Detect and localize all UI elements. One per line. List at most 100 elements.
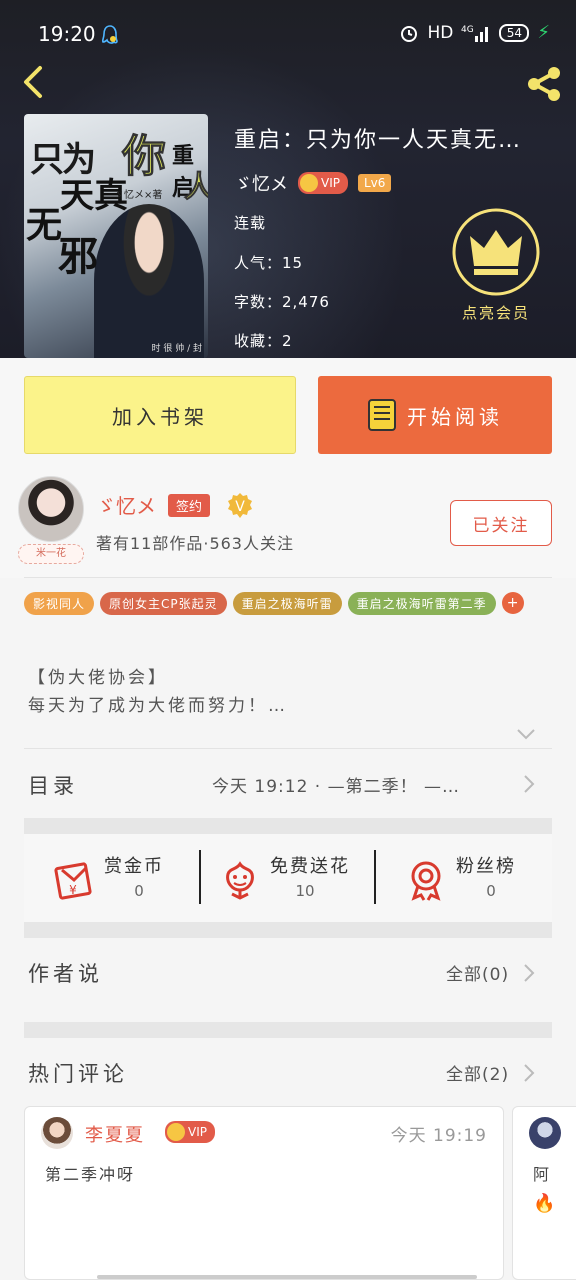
share-icon[interactable] (522, 62, 566, 106)
follow-button[interactable]: 已关注 (450, 500, 552, 546)
status-bar: 19:20 HD 4G 54 ⚡ (0, 0, 576, 64)
battery-icon: 54 (499, 23, 530, 42)
alarm-icon (401, 25, 418, 42)
vip-badge: VIP (298, 172, 348, 194)
chevron-right-icon[interactable] (522, 1062, 536, 1084)
vip-crown-icon[interactable] (450, 206, 542, 298)
stat-value: 0 (486, 882, 496, 900)
author-description: 著有11部作品·563人关注 (96, 534, 294, 553)
svg-text:4G: 4G (461, 25, 474, 35)
add-tag-button[interactable]: + (501, 592, 524, 614)
comment-time: 今天 19:19 (390, 1126, 487, 1146)
catalog-label[interactable]: 目录 (28, 770, 78, 800)
vip-label: VIP (321, 176, 340, 190)
book-author-row: ゞ忆メ VIP Lv6 (234, 170, 392, 196)
qq-notification-icon (101, 25, 118, 44)
status-right: HD 4G 54 ⚡ (399, 22, 550, 43)
crown-icon (300, 174, 318, 192)
stat-label: 免费送花 (270, 856, 350, 877)
action-bar: 加入书架 开始阅读 (0, 358, 576, 462)
svg-text:¥: ¥ (69, 883, 77, 897)
tag-list: 影视同人 原创女主CP张起灵 重启之极海听雷 重启之极海听雷第二季 + (24, 592, 554, 623)
stat-value: 10 (295, 882, 315, 900)
fire-icon: 🔥 (533, 1193, 556, 1214)
book-title: 重启：只为你一人天真无… (234, 128, 523, 153)
stat-label: 粉丝榜 (456, 856, 516, 877)
cover-text: 你 (122, 131, 167, 183)
cover-text: 人 (184, 170, 209, 206)
section-separator (24, 1022, 552, 1038)
section-separator (24, 922, 552, 938)
section-separator (24, 818, 552, 834)
catalog-latest-chapter[interactable]: 今天 19:12 · —第二季！ —… (212, 772, 504, 797)
comment-card[interactable]: 阿 🔥 (512, 1106, 576, 1280)
divider (24, 748, 552, 749)
signed-badge: 签约 (168, 494, 211, 517)
signal-icon: 4G (461, 25, 489, 42)
book-status: 连载 (234, 214, 267, 232)
divider (24, 577, 552, 578)
charging-icon: ⚡ (537, 22, 550, 43)
book-intro[interactable]: 【伪大佬协会】 每天为了成为大佬而努力！… (28, 664, 548, 720)
stat-fans[interactable]: 粉丝榜 0 (404, 852, 554, 922)
avatar-frame-tag: 米一花 (18, 544, 84, 564)
book-author-name[interactable]: ゞ忆メ (234, 170, 288, 196)
book-popularity: 人气：15 (234, 254, 304, 272)
vip-promo-label[interactable]: 点亮会员 (448, 302, 544, 323)
flower-icon (226, 861, 254, 900)
stat-coins[interactable]: ¥ 赏金币 0 (52, 852, 202, 922)
cover-text: 无 (26, 205, 63, 246)
medal-icon (411, 861, 441, 901)
tag-chip[interactable]: 原创女主CP张起灵 (100, 592, 227, 615)
stat-divider (374, 850, 376, 904)
cover-publisher: 时 很 帅 / 封 (151, 344, 202, 354)
tag-chip[interactable]: 影视同人 (24, 592, 95, 615)
chevron-right-icon[interactable] (522, 962, 536, 984)
add-to-shelf-button[interactable]: 加入书架 (24, 376, 296, 454)
author-says-all[interactable]: 全部(0) (446, 960, 509, 985)
crown-icon (167, 1123, 185, 1141)
vip-label: VIP (188, 1125, 207, 1139)
author-avatar[interactable] (18, 476, 84, 542)
hot-comments-label: 热门评论 (28, 1062, 128, 1086)
commenter-avatar[interactable] (41, 1117, 73, 1149)
carousel-indicator (97, 1275, 477, 1279)
vip-badge: VIP (165, 1121, 215, 1143)
commenter-name[interactable]: 李夏夏 (85, 1121, 145, 1147)
svg-text:V: V (235, 499, 245, 515)
expand-chevron-icon[interactable] (514, 724, 538, 744)
chevron-right-icon[interactable] (522, 773, 536, 795)
verified-icon: V (228, 493, 252, 518)
intro-line: 【伪大佬协会】 (28, 668, 168, 688)
red-envelope-icon: ¥ (54, 862, 92, 900)
hot-comments-all[interactable]: 全部(2) (446, 1060, 509, 1085)
author-name[interactable]: ゞ忆メ (96, 490, 156, 519)
cover-person (94, 204, 204, 358)
book-icon (368, 399, 396, 431)
book-favorites: 收藏：2 (234, 332, 293, 350)
stat-label: 赏金币 (104, 856, 164, 877)
tag-chip[interactable]: 重启之极海听雷第二季 (347, 592, 496, 615)
author-says-label[interactable]: 作者说 (28, 958, 103, 988)
level-badge: Lv6 (357, 174, 392, 192)
start-reading-button[interactable]: 开始阅读 (318, 376, 552, 454)
book-cover[interactable]: 只为 你 重启 天真 人 无 邪 ゞ忆メ×著 时 很 帅 / 封 (24, 114, 208, 358)
status-time: 19:20 (38, 22, 96, 46)
author-card[interactable]: 米一花 ゞ忆メ 签约 V 著有11部作品·563人关注 已关注 (0, 462, 576, 578)
tag-chip[interactable]: 重启之极海听雷 (232, 592, 342, 615)
intro-line: 每天为了成为大佬而努力！… (28, 696, 288, 716)
hd-indicator: HD (427, 22, 454, 43)
comment-card[interactable]: 李夏夏 VIP 今天 19:19 第二季冲呀 (24, 1106, 504, 1280)
cover-text: 邪 (58, 234, 98, 280)
cover-byline: ゞ忆メ×著 (114, 190, 163, 201)
comment-text: 第二季冲呀 (45, 1165, 136, 1184)
stat-flowers[interactable]: 免费送花 10 (218, 852, 368, 922)
stat-divider (199, 850, 201, 904)
book-header: 19:20 HD 4G 54 ⚡ 只为 你 重启 天真 人 无 邪 ゞ忆メ×著 … (0, 0, 576, 358)
comment-text: 阿 (533, 1165, 550, 1184)
book-word-count: 字数：2,476 (234, 293, 330, 311)
stat-value: 0 (134, 882, 144, 900)
start-reading-label: 开始阅读 (407, 404, 503, 429)
commenter-avatar[interactable] (529, 1117, 561, 1149)
back-arrow-icon[interactable] (16, 62, 48, 102)
